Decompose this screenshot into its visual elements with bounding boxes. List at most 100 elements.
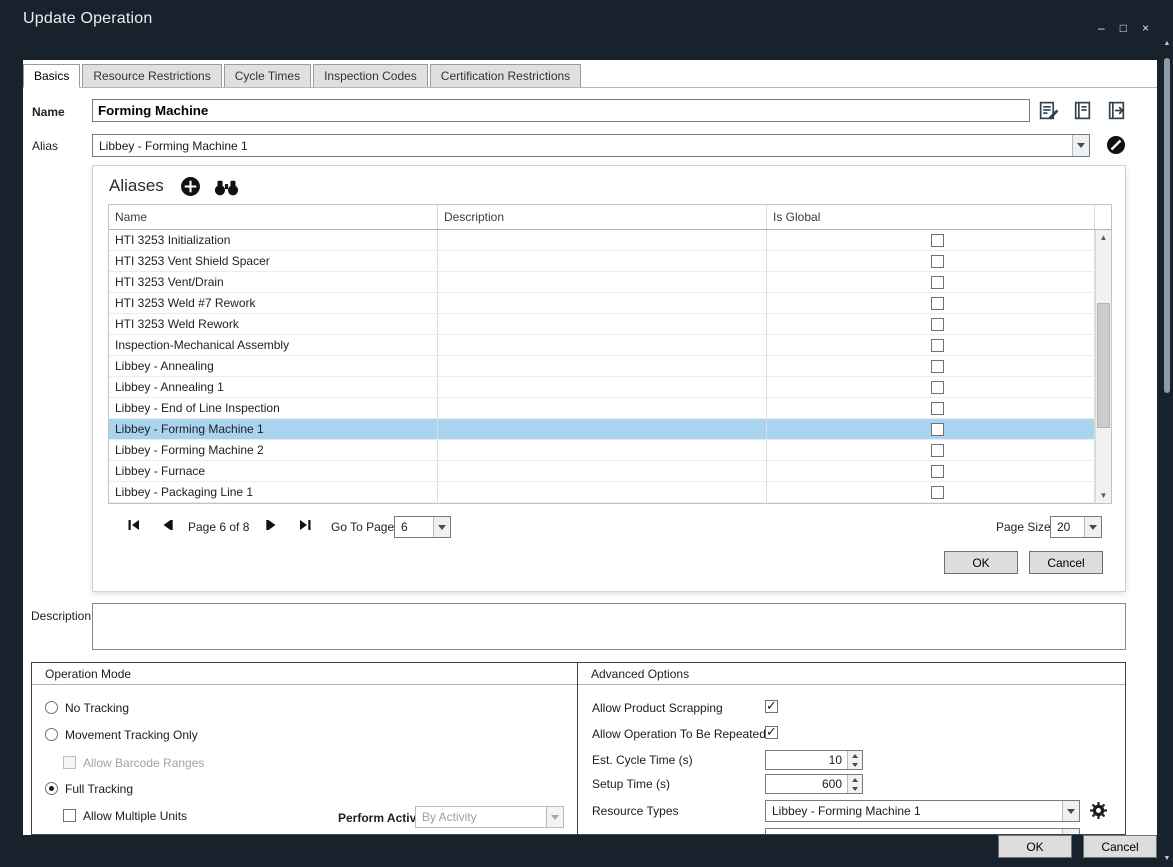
page-size-dropdown-button[interactable]: [1084, 517, 1101, 537]
allow-product-scrapping-label: Allow Product Scrapping: [592, 701, 723, 715]
spin-down-icon[interactable]: [848, 784, 862, 793]
is-global-checkbox[interactable]: [931, 297, 944, 310]
aliases-ok-button[interactable]: OK: [944, 551, 1018, 574]
search-aliases-binoculars-icon[interactable]: [213, 180, 240, 199]
column-header-description[interactable]: Description: [438, 205, 767, 229]
resource-types-dropdown-button[interactable]: [1062, 801, 1079, 821]
is-global-checkbox[interactable]: [931, 486, 944, 499]
aliases-cancel-button[interactable]: Cancel: [1029, 551, 1103, 574]
description-input[interactable]: [92, 603, 1126, 650]
alias-table-row[interactable]: HTI 3253 Vent/Drain: [109, 272, 1095, 293]
ok-button[interactable]: OK: [998, 835, 1072, 858]
cancel-button[interactable]: Cancel: [1083, 835, 1157, 858]
goto-page-combobox[interactable]: 6: [394, 516, 451, 538]
alias-table-row[interactable]: Inspection-Mechanical Assembly: [109, 335, 1095, 356]
alias-dropdown-button[interactable]: [1072, 135, 1089, 156]
allow-product-scrapping-checkbox[interactable]: [765, 700, 778, 713]
window-scrollbar[interactable]: ▲ ▼: [1162, 40, 1172, 863]
spin-down-icon[interactable]: [848, 760, 862, 769]
tab-inspection-codes[interactable]: Inspection Codes: [313, 64, 428, 87]
alias-table-row[interactable]: HTI 3253 Weld #7 Rework: [109, 293, 1095, 314]
alias-table-row[interactable]: Libbey - Packaging Line 1: [109, 482, 1095, 503]
column-header-isglobal[interactable]: Is Global: [767, 205, 1095, 229]
table-scrollbar[interactable]: ▲ ▼: [1095, 230, 1111, 503]
table-scroll-down-icon[interactable]: ▼: [1096, 488, 1111, 503]
checkbox-label: Allow Barcode Ranges: [83, 755, 204, 770]
alias-table-row[interactable]: Libbey - Forming Machine 2: [109, 440, 1095, 461]
alias-table-row[interactable]: Libbey - Furnace: [109, 461, 1095, 482]
is-global-checkbox[interactable]: [931, 465, 944, 478]
aliases-title: Aliases: [109, 176, 164, 196]
book-import-icon[interactable]: [1105, 99, 1127, 121]
alias-table-row[interactable]: Libbey - End of Line Inspection: [109, 398, 1095, 419]
tab-resource-restrictions[interactable]: Resource Restrictions: [82, 64, 221, 87]
allow-operation-repeated-label: Allow Operation To Be Repeated: [592, 727, 766, 741]
column-header-name[interactable]: Name: [109, 205, 438, 229]
is-global-checkbox[interactable]: [931, 402, 944, 415]
pager: Page 6 of 8 Go To Page 6 Page Size 20: [93, 514, 1125, 540]
partial-combobox[interactable]: [765, 828, 1080, 835]
resource-types-settings-gear-icon[interactable]: [1090, 802, 1107, 822]
alias-combobox[interactable]: Libbey - Forming Machine 1: [92, 134, 1090, 157]
name-input[interactable]: [92, 99, 1030, 122]
is-global-checkbox[interactable]: [931, 318, 944, 331]
tab-certification-restrictions[interactable]: Certification Restrictions: [430, 64, 581, 87]
chevron-down-icon: [551, 815, 559, 820]
add-alias-icon[interactable]: [180, 176, 201, 197]
alias-table-row[interactable]: Libbey - Annealing 1: [109, 377, 1095, 398]
resource-types-combobox[interactable]: Libbey - Forming Machine 1: [765, 800, 1080, 822]
advanced-options-title: Advanced Options: [578, 663, 1125, 685]
allow-operation-repeated-checkbox[interactable]: [765, 726, 778, 739]
close-button[interactable]: ×: [1142, 22, 1149, 34]
is-global-checkbox[interactable]: [931, 423, 944, 436]
radio-full-tracking[interactable]: Full Tracking: [45, 781, 133, 796]
maximize-button[interactable]: □: [1120, 22, 1127, 34]
scroll-down-icon[interactable]: ▼: [1162, 855, 1172, 863]
is-global-checkbox[interactable]: [931, 255, 944, 268]
checkbox-allow-multiple-units[interactable]: Allow Multiple Units: [63, 808, 187, 823]
alias-isglobal-cell: [767, 419, 1095, 439]
goto-page-dropdown-button[interactable]: [433, 517, 450, 537]
checkbox-icon[interactable]: [63, 809, 76, 822]
next-page-icon[interactable]: [264, 517, 280, 533]
alias-table-row[interactable]: HTI 3253 Initialization: [109, 230, 1095, 251]
is-global-checkbox[interactable]: [931, 360, 944, 373]
is-global-checkbox[interactable]: [931, 276, 944, 289]
spin-up-icon[interactable]: [848, 775, 862, 784]
table-scroll-thumb[interactable]: [1097, 303, 1110, 428]
dialog-content: BasicsResource RestrictionsCycle TimesIn…: [23, 60, 1157, 835]
first-page-icon[interactable]: [126, 517, 142, 533]
alias-name-cell: HTI 3253 Weld Rework: [109, 314, 438, 334]
open-book-icon[interactable]: [1071, 99, 1093, 121]
is-global-checkbox[interactable]: [931, 381, 944, 394]
radio-icon[interactable]: [45, 782, 58, 795]
est-cycle-time-spinner[interactable]: 10: [765, 750, 863, 770]
alias-name-cell: HTI 3253 Weld #7 Rework: [109, 293, 438, 313]
last-page-icon[interactable]: [297, 517, 313, 533]
is-global-checkbox[interactable]: [931, 339, 944, 352]
scroll-up-icon[interactable]: ▲: [1162, 40, 1172, 48]
alias-table-row[interactable]: Libbey - Annealing: [109, 356, 1095, 377]
is-global-checkbox[interactable]: [931, 444, 944, 457]
page-size-combobox[interactable]: 20: [1050, 516, 1102, 538]
radio-icon[interactable]: [45, 701, 58, 714]
alias-table-row[interactable]: HTI 3253 Weld Rework: [109, 314, 1095, 335]
table-scroll-up-icon[interactable]: ▲: [1096, 230, 1111, 245]
clear-alias-icon[interactable]: [1106, 135, 1126, 155]
alias-table-row[interactable]: Libbey - Forming Machine 1: [109, 419, 1095, 440]
tab-cycle-times[interactable]: Cycle Times: [224, 64, 311, 87]
spinner-buttons[interactable]: [847, 775, 862, 793]
radio-movement-tracking-only[interactable]: Movement Tracking Only: [45, 727, 198, 742]
previous-page-icon[interactable]: [159, 517, 175, 533]
tab-basics[interactable]: Basics: [23, 64, 80, 88]
alias-table-row[interactable]: HTI 3253 Vent Shield Spacer: [109, 251, 1095, 272]
radio-no-tracking[interactable]: No Tracking: [45, 700, 129, 715]
spinner-buttons[interactable]: [847, 751, 862, 769]
edit-properties-icon[interactable]: [1037, 99, 1059, 121]
setup-time-spinner[interactable]: 600: [765, 774, 863, 794]
scroll-thumb[interactable]: [1164, 58, 1170, 393]
radio-icon[interactable]: [45, 728, 58, 741]
spin-up-icon[interactable]: [848, 751, 862, 760]
is-global-checkbox[interactable]: [931, 234, 944, 247]
minimize-button[interactable]: –: [1098, 22, 1105, 34]
